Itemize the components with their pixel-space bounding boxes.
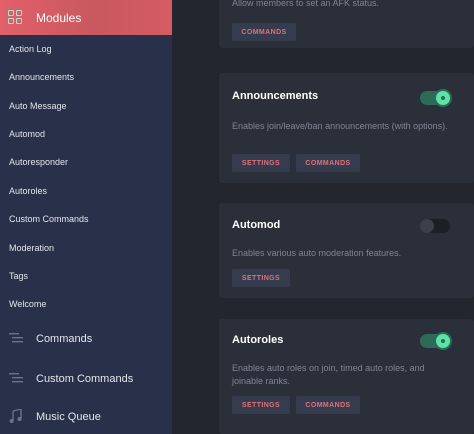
card-description: Allow members to set an AFK status. (232, 0, 380, 8)
module-card-announcements: Announcements Enables join/leave/ban ann… (219, 73, 474, 183)
sidebar-item-autoroles[interactable]: Autoroles (0, 177, 172, 205)
card-description: Enables auto roles on join, timed auto r… (232, 363, 425, 386)
sidebar-item-custom-commands[interactable]: Custom Commands (0, 205, 172, 233)
module-toggle[interactable] (420, 91, 450, 105)
sidebar-section-music-queue[interactable]: Music Queue (0, 398, 172, 434)
sidebar-item-modules[interactable]: Modules (0, 0, 172, 35)
list-icon (9, 333, 23, 343)
module-card-autoroles: Autoroles Enables auto roles on join, ti… (219, 319, 474, 434)
module-card-afk: Allow members to set an AFK status. COMM… (219, 0, 474, 48)
commands-button[interactable]: COMMANDS (296, 396, 360, 414)
settings-button[interactable]: SETTINGS (232, 154, 290, 172)
card-title: Announcements (232, 90, 319, 102)
main-content: Allow members to set an AFK status. COMM… (172, 0, 474, 434)
module-toggle[interactable] (420, 334, 450, 348)
settings-button[interactable]: SETTINGS (232, 396, 290, 414)
sidebar-item-label: Modules (36, 11, 82, 25)
sidebar-section-commands[interactable]: Commands (0, 320, 172, 358)
module-toggle[interactable] (420, 219, 450, 233)
modules-grid-icon (8, 10, 22, 24)
toggle-knob (420, 219, 434, 233)
sidebar-section-label: Music Queue (36, 411, 101, 423)
music-note-icon (9, 409, 22, 423)
sidebar-item-welcome[interactable]: Welcome (0, 290, 172, 318)
card-title: Automod (232, 219, 281, 231)
sidebar: Modules Action Log Announcements Auto Me… (0, 0, 172, 434)
sidebar-item-autoresponder[interactable]: Autoresponder (0, 148, 172, 176)
toggle-knob (436, 334, 450, 348)
toggle-knob (436, 91, 450, 105)
commands-button[interactable]: COMMANDS (296, 154, 360, 172)
card-description: Enables various auto moderation features… (232, 248, 402, 258)
settings-button[interactable]: SETTINGS (232, 269, 290, 287)
sidebar-item-tags[interactable]: Tags (0, 262, 172, 290)
commands-button[interactable]: COMMANDS (232, 23, 296, 41)
sidebar-item-automod[interactable]: Automod (0, 120, 172, 148)
sidebar-item-announcements[interactable]: Announcements (0, 63, 172, 91)
sidebar-section-label: Custom Commands (36, 373, 134, 385)
sidebar-section-custom-commands[interactable]: Custom Commands (0, 360, 172, 398)
sidebar-item-action-log[interactable]: Action Log (0, 35, 172, 63)
card-title: Autoroles (232, 334, 284, 346)
sidebar-item-moderation[interactable]: Moderation (0, 234, 172, 262)
card-description: Enables join/leave/ban announcements (wi… (232, 121, 448, 131)
module-card-automod: Automod Enables various auto moderation … (219, 203, 474, 298)
sidebar-section-label: Commands (36, 333, 93, 345)
sidebar-item-auto-message[interactable]: Auto Message (0, 92, 172, 120)
list-icon (9, 373, 23, 383)
